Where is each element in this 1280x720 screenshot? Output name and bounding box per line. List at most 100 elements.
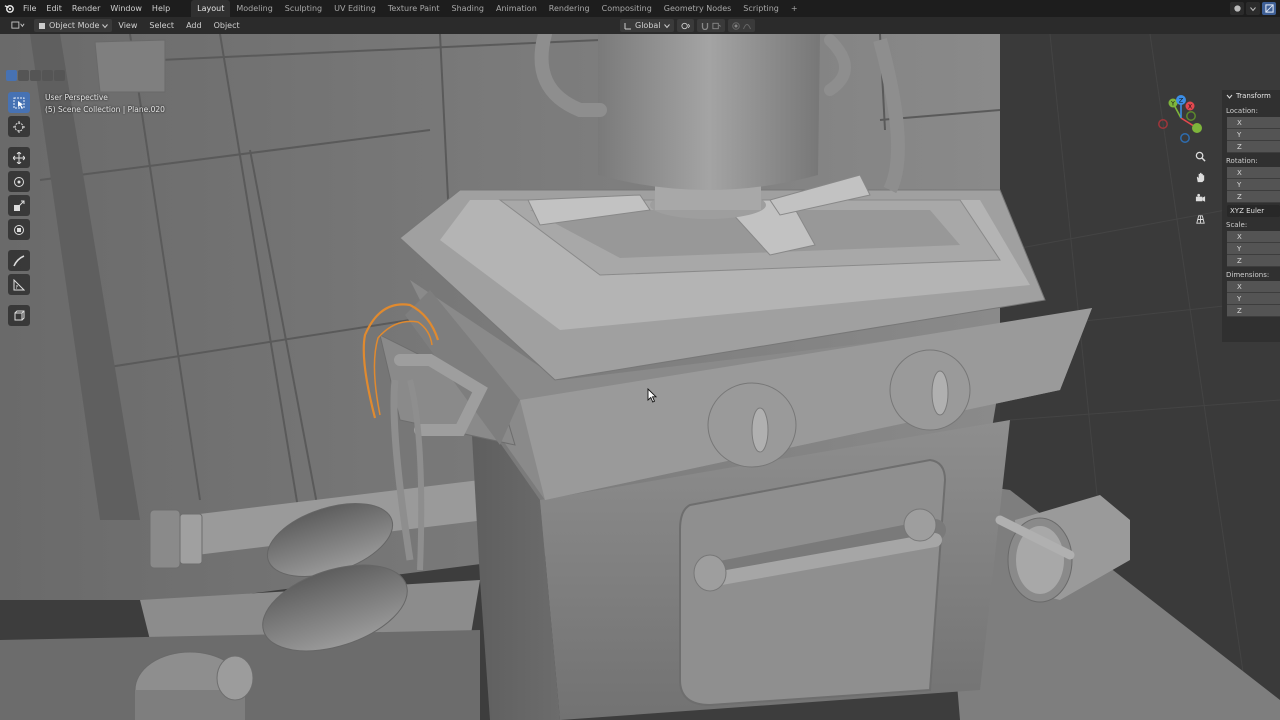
sidebar-n-panel: Transform Location: X Y Z Rotation: X Y …: [1222, 90, 1280, 342]
mode-selector[interactable]: Object Mode: [34, 19, 113, 32]
transform-orientation-select[interactable]: Global: [620, 19, 674, 32]
overlay-toggle-icon[interactable]: [1262, 2, 1276, 15]
top-bar: File Edit Render Window Help Layout Mode…: [0, 0, 1280, 17]
menu-file[interactable]: File: [18, 0, 41, 17]
select-invert-icon[interactable]: [42, 70, 53, 81]
snap-magnet-icon: [701, 22, 708, 30]
annotate-tool-icon[interactable]: [8, 250, 30, 271]
select-subtract-icon[interactable]: [30, 70, 41, 81]
selection-mode-buttons: [6, 70, 65, 81]
zoom-icon[interactable]: [1190, 147, 1210, 165]
scale-z-field[interactable]: Z: [1227, 255, 1280, 267]
rotation-x-field[interactable]: X: [1227, 167, 1280, 179]
scene-render: [0, 34, 1280, 720]
tab-scripting[interactable]: Scripting: [737, 0, 785, 17]
header-menu-add[interactable]: Add: [180, 17, 208, 34]
header-menu-object[interactable]: Object: [208, 17, 246, 34]
move-tool-icon[interactable]: [8, 147, 30, 168]
dimensions-y-field[interactable]: Y: [1227, 293, 1280, 305]
pivot-icon: [680, 22, 690, 29]
tool-shelf: [8, 92, 32, 326]
3d-viewport[interactable]: User Perspective (5) Scene Collection | …: [0, 34, 1280, 720]
transform-tool-icon[interactable]: [8, 219, 30, 240]
scale-x-field[interactable]: X: [1227, 231, 1280, 243]
gizmo-z-label: Z: [1179, 97, 1184, 105]
add-cube-tool-icon[interactable]: [8, 305, 30, 326]
scale-label: Scale:: [1226, 221, 1248, 229]
cursor-tool-icon[interactable]: [8, 116, 30, 137]
object-mode-icon: [39, 22, 45, 29]
gizmo-y-axis[interactable]: [1192, 123, 1202, 133]
tab-sculpting[interactable]: Sculpting: [279, 0, 328, 17]
tab-modeling[interactable]: Modeling: [230, 0, 278, 17]
rotation-z-field[interactable]: Z: [1227, 191, 1280, 203]
select-intersect-icon[interactable]: [54, 70, 65, 81]
chevron-down-icon[interactable]: [1246, 2, 1260, 15]
tab-rendering[interactable]: Rendering: [543, 0, 596, 17]
editor-type-icon[interactable]: [4, 19, 32, 32]
location-x-field[interactable]: X: [1227, 117, 1280, 129]
orientation-label: Global: [635, 21, 661, 30]
blender-logo-icon[interactable]: [0, 0, 18, 17]
navigation-buttons: [1190, 147, 1210, 228]
workspace-tabs: Layout Modeling Sculpting UV Editing Tex…: [191, 0, 803, 17]
viewport-header: Object Mode View Select Add Object Globa…: [0, 17, 1280, 34]
rotation-mode-select[interactable]: XYZ Euler: [1227, 205, 1280, 217]
add-workspace-button[interactable]: +: [785, 0, 804, 17]
topbar-right-controls: [1230, 0, 1280, 17]
menu-render[interactable]: Render: [67, 0, 105, 17]
tab-layout[interactable]: Layout: [191, 0, 231, 17]
orientation-icon: [624, 22, 631, 29]
location-label: Location:: [1226, 107, 1258, 115]
scale-tool-icon[interactable]: [8, 195, 30, 216]
transform-controls: Global: [620, 19, 755, 32]
dimensions-label: Dimensions:: [1226, 271, 1270, 279]
scale-y-field[interactable]: Y: [1227, 243, 1280, 255]
header-menu-select[interactable]: Select: [143, 17, 180, 34]
viewport-shading-icon[interactable]: [1230, 2, 1244, 15]
falloff-icon: [742, 23, 751, 29]
transform-section-header[interactable]: Transform: [1222, 90, 1280, 103]
tab-geometry-nodes[interactable]: Geometry Nodes: [658, 0, 737, 17]
snap-element-icon: [711, 22, 721, 29]
select-new-icon[interactable]: [6, 70, 17, 81]
header-menu-view[interactable]: View: [112, 17, 143, 34]
gizmo-y-label: Y: [1170, 101, 1175, 108]
tab-compositing[interactable]: Compositing: [596, 0, 658, 17]
chevron-down-icon: [663, 23, 670, 28]
tab-uv-editing[interactable]: UV Editing: [328, 0, 382, 17]
camera-view-icon[interactable]: [1190, 189, 1210, 207]
select-box-tool-icon[interactable]: [8, 92, 30, 113]
collection-info-label: (5) Scene Collection | Plane.020: [45, 105, 165, 114]
transform-title: Transform: [1236, 92, 1271, 100]
mode-label: Object Mode: [49, 21, 100, 30]
menu-window[interactable]: Window: [105, 0, 147, 17]
measure-tool-icon[interactable]: [8, 274, 30, 295]
gizmo-x-label: X: [1188, 104, 1192, 111]
proportional-edit-icon: [731, 21, 740, 30]
location-z-field[interactable]: Z: [1227, 141, 1280, 153]
tab-animation[interactable]: Animation: [490, 0, 543, 17]
view-name-label: User Perspective: [45, 93, 108, 102]
viewport-info: User Perspective (5) Scene Collection | …: [45, 92, 165, 116]
pivot-point-select[interactable]: [676, 19, 694, 32]
snap-toggle[interactable]: [696, 19, 725, 32]
select-extend-icon[interactable]: [18, 70, 29, 81]
menu-help[interactable]: Help: [147, 0, 175, 17]
tab-shading[interactable]: Shading: [445, 0, 490, 17]
menu-edit[interactable]: Edit: [41, 0, 67, 17]
rotation-label: Rotation:: [1226, 157, 1258, 165]
navigation-gizmo[interactable]: Z Y X: [1155, 92, 1207, 144]
dimensions-z-field[interactable]: Z: [1227, 305, 1280, 317]
dimensions-x-field[interactable]: X: [1227, 281, 1280, 293]
location-y-field[interactable]: Y: [1227, 129, 1280, 141]
rotation-y-field[interactable]: Y: [1227, 179, 1280, 191]
mouse-pointer-icon: [647, 388, 657, 403]
chevron-down-icon: [1226, 94, 1233, 99]
tab-texture-paint[interactable]: Texture Paint: [382, 0, 446, 17]
perspective-toggle-icon[interactable]: [1190, 210, 1210, 228]
rotate-tool-icon[interactable]: [8, 171, 30, 192]
proportional-edit-toggle[interactable]: [727, 19, 755, 32]
pan-hand-icon[interactable]: [1190, 168, 1210, 186]
chevron-down-icon: [102, 23, 109, 28]
